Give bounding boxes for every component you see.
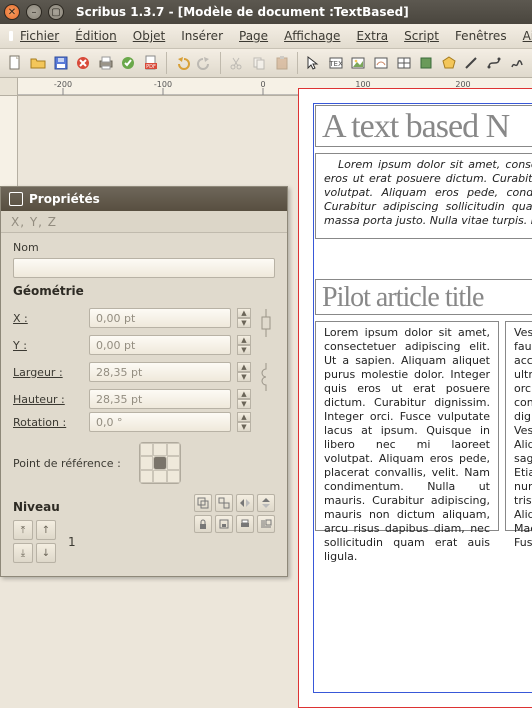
input-rotation[interactable]: 0,0 ° <box>89 412 231 432</box>
menu-display[interactable]: Affichage <box>278 27 346 45</box>
menu-help[interactable]: Aide <box>517 27 532 45</box>
svg-text:-200: -200 <box>54 80 72 89</box>
input-height[interactable]: 28,35 pt <box>89 389 231 409</box>
menubar: Fichier Édition Objet Insérer Page Affic… <box>0 24 532 48</box>
label-x: X : <box>13 312 83 325</box>
flip-v-button[interactable] <box>257 494 275 512</box>
print-enable-button[interactable] <box>236 515 254 533</box>
label-refpoint: Point de référence : <box>13 457 133 470</box>
polygon-tool[interactable] <box>440 52 459 74</box>
textflow-button[interactable] <box>257 515 275 533</box>
window-minimize-button[interactable]: – <box>26 4 42 20</box>
svg-text:TEX: TEX <box>328 60 343 68</box>
column2-frame[interactable]: Vestibulum in faucibus lorem accumsan ul… <box>505 321 532 531</box>
input-x[interactable]: 0,00 pt <box>89 308 231 328</box>
subheading-frame[interactable]: Pilot article title <box>315 279 532 315</box>
locksize-button[interactable] <box>215 515 233 533</box>
copy-button[interactable] <box>250 52 269 74</box>
refpoint-center[interactable] <box>153 456 166 469</box>
freehand-tool[interactable] <box>507 52 526 74</box>
cut-button[interactable] <box>227 52 246 74</box>
column1-frame[interactable]: Lorem ipsum dolor sit amet, consectetuer… <box>315 321 499 531</box>
intro-frame[interactable]: Lorem ipsum dolor sit amet, consectetuer… <box>315 153 532 239</box>
name-input[interactable] <box>13 258 275 278</box>
menu-edit[interactable]: Édition <box>69 27 123 45</box>
link-icon[interactable] <box>257 368 275 386</box>
level-top-button[interactable]: ⤒ <box>13 520 33 540</box>
group-button[interactable] <box>194 494 212 512</box>
select-tool[interactable] <box>304 52 323 74</box>
flip-h-button[interactable] <box>236 494 254 512</box>
new-doc-button[interactable] <box>6 52 25 74</box>
ungroup-button[interactable] <box>215 494 233 512</box>
save-button[interactable] <box>51 52 70 74</box>
image-frame-tool[interactable] <box>349 52 368 74</box>
window-title: Scribus 1.3.7 - [Modèle de document :Tex… <box>76 5 409 19</box>
label-rotation: Rotation : <box>13 416 83 429</box>
menu-windows[interactable]: Fenêtres <box>449 27 513 45</box>
window-maximize-button[interactable]: ▢ <box>48 4 64 20</box>
intro-text: Lorem ipsum dolor sit amet, consectetuer… <box>324 158 532 227</box>
level-value: 1 <box>68 535 76 549</box>
label-width: Largeur : <box>13 366 83 379</box>
preflight-button[interactable] <box>119 52 138 74</box>
toolbar: PDF TEX <box>0 48 532 78</box>
properties-icon <box>9 192 23 206</box>
menu-script[interactable]: Script <box>398 27 445 45</box>
shape-tool[interactable] <box>417 52 436 74</box>
level-up-button[interactable]: ↑ <box>36 520 56 540</box>
close-button[interactable] <box>74 52 93 74</box>
properties-panel[interactable]: Propriétés X, Y, Z Nom Géométrie X : 0,0… <box>0 186 288 577</box>
paste-button[interactable] <box>272 52 291 74</box>
print-button[interactable] <box>96 52 115 74</box>
text-frame-tool[interactable]: TEX <box>326 52 345 74</box>
label-nom: Nom <box>13 241 275 254</box>
label-y: Y : <box>13 339 83 352</box>
toolbar-separator <box>297 52 298 74</box>
label-niveau: Niveau <box>13 500 76 514</box>
svg-text:0: 0 <box>260 80 265 89</box>
titlebar: ✕ – ▢ Scribus 1.3.7 - [Modèle de documen… <box>0 0 532 24</box>
col1-text: Lorem ipsum dolor sit amet, consectetuer… <box>324 326 490 563</box>
svg-text:-100: -100 <box>154 80 172 89</box>
render-frame-tool[interactable] <box>372 52 391 74</box>
properties-titlebar[interactable]: Propriétés <box>1 187 287 211</box>
heading-frame[interactable]: A text based N <box>315 105 532 147</box>
properties-title: Propriétés <box>29 192 100 206</box>
menu-file[interactable]: Fichier <box>14 27 65 45</box>
menu-page[interactable]: Page <box>233 27 274 45</box>
page[interactable]: A text based N Lorem ipsum dolor sit ame… <box>298 88 532 708</box>
level-bottom-button[interactable]: ⤓ <box>13 543 33 563</box>
spin-height[interactable]: ▲▼ <box>237 389 251 409</box>
spin-width[interactable]: ▲▼ <box>237 362 251 382</box>
input-y[interactable]: 0,00 pt <box>89 335 231 355</box>
spin-y[interactable]: ▲▼ <box>237 335 251 355</box>
undo-button[interactable] <box>173 52 192 74</box>
spin-x[interactable]: ▲▼ <box>237 308 251 328</box>
redo-button[interactable] <box>196 52 215 74</box>
table-tool[interactable] <box>394 52 413 74</box>
menu-insert[interactable]: Insérer <box>175 27 229 45</box>
tab-xyz[interactable]: X, Y, Z <box>1 211 287 233</box>
menu-object[interactable]: Objet <box>127 27 171 45</box>
window-close-button[interactable]: ✕ <box>4 4 20 20</box>
export-pdf-button[interactable]: PDF <box>142 52 161 74</box>
bezier-tool[interactable] <box>485 52 504 74</box>
open-button[interactable] <box>29 52 48 74</box>
line-tool[interactable] <box>462 52 481 74</box>
level-down-button[interactable]: ↓ <box>36 543 56 563</box>
refpoint-grid[interactable] <box>139 442 181 484</box>
toolbar-separator <box>166 52 167 74</box>
menu-extra[interactable]: Extra <box>350 27 394 45</box>
toolbar-separator <box>220 52 221 74</box>
label-height: Hauteur : <box>13 393 83 406</box>
col2-text: Vestibulum in faucibus lorem accumsan ul… <box>514 326 532 549</box>
lock-button[interactable] <box>194 515 212 533</box>
spin-rotation[interactable]: ▲▼ <box>237 412 251 432</box>
input-width[interactable]: 28,35 pt <box>89 362 231 382</box>
lock-icon[interactable] <box>257 314 275 332</box>
label-geom: Géométrie <box>13 284 275 298</box>
svg-text:PDF: PDF <box>146 64 156 70</box>
